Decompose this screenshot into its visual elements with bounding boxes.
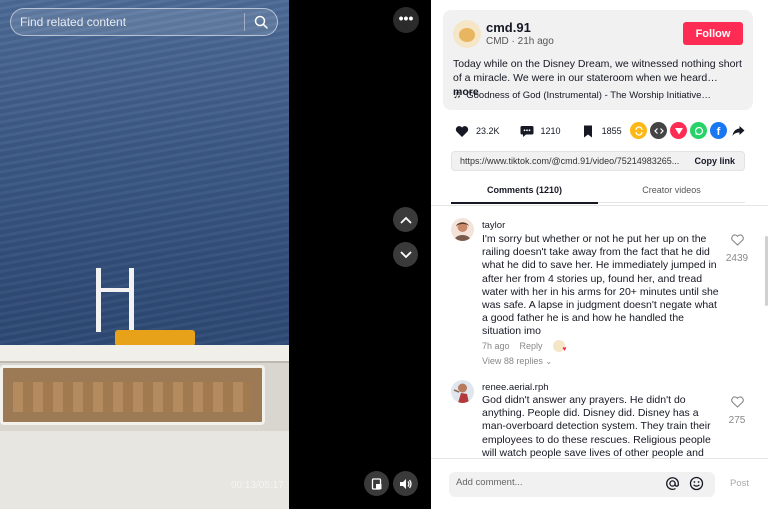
chevron-up-icon (399, 216, 412, 224)
save-count: 1855 (601, 126, 622, 136)
whatsapp-icon[interactable] (690, 122, 707, 139)
heart-outline-icon (730, 234, 744, 246)
video-player[interactable]: 00:13/05:17 (0, 0, 289, 509)
description-text: Today while on the Disney Dream, we witn… (453, 58, 742, 84)
volume-button[interactable] (393, 471, 418, 496)
share-row: f (630, 122, 747, 139)
follow-button[interactable]: Follow (683, 22, 743, 45)
share-arrow-icon[interactable] (730, 122, 747, 139)
comment-meta: 7h ago Reply ♥ (482, 340, 567, 353)
creator-liked-icon: ♥ (552, 340, 567, 353)
comment-composer: Post (431, 458, 768, 509)
view-replies-label: View 88 replies (482, 356, 543, 366)
comment-input[interactable] (456, 477, 656, 488)
speaker-icon (400, 478, 412, 489)
heart-icon (453, 122, 471, 140)
commenter-name[interactable]: taylor (482, 220, 505, 231)
share-link-box: https://www.tiktok.com/@cmd.91/video/752… (451, 151, 745, 171)
ellipsis-icon: ••• (398, 10, 414, 26)
embed-icon[interactable] (650, 122, 667, 139)
send-icon[interactable] (670, 122, 687, 139)
comment-like-button[interactable]: 2439 (725, 233, 749, 264)
comment-count: 1210 (540, 126, 561, 136)
post-comment-button[interactable]: Post (730, 478, 749, 489)
miniplayer-icon (371, 477, 381, 490)
comment-input-box (449, 472, 715, 497)
copy-link-button[interactable]: Copy link (694, 156, 735, 166)
mention-icon[interactable] (665, 476, 680, 496)
search-input[interactable] (11, 15, 244, 29)
commenter-avatar[interactable] (451, 218, 474, 241)
search-bar (10, 8, 278, 36)
reply-button[interactable]: Reply (520, 341, 543, 351)
save-action[interactable]: 1855 (579, 122, 622, 140)
author-name[interactable]: cmd.91 (486, 20, 531, 35)
author-avatar[interactable] (453, 20, 481, 48)
comment-like-button[interactable]: 275 (725, 395, 749, 426)
comment-text: God didn't answer any prayers. He didn't… (482, 394, 711, 458)
chevron-down-icon: ⌄ (545, 357, 553, 366)
comment-like-count: 275 (728, 415, 746, 426)
comment-action[interactable]: 1210 (518, 122, 561, 140)
repost-icon[interactable] (630, 122, 647, 139)
more-options-button[interactable]: ••• (393, 7, 419, 33)
comments-list: taylor I'm sorry but whether or not he p… (431, 205, 768, 458)
commenter-avatar[interactable] (451, 380, 474, 403)
view-replies-link[interactable]: View 88 replies ⌄ (482, 356, 552, 366)
search-icon[interactable] (245, 8, 277, 36)
lower-deck (0, 431, 289, 509)
comment-time: 7h ago (482, 341, 510, 351)
like-action[interactable]: 23.2K (453, 122, 500, 140)
like-count: 23.2K (476, 126, 500, 136)
tender-boat (0, 365, 265, 425)
comment-bubble-icon (518, 122, 536, 140)
details-panel: cmd.91 CMD · 21h ago Follow Today while … (431, 0, 768, 509)
bookmark-icon (579, 122, 597, 140)
lifeboat-davit (96, 268, 134, 332)
post-card: cmd.91 CMD · 21h ago Follow Today while … (443, 10, 753, 110)
engagement-bar: 23.2K 1210 1855 (453, 122, 640, 140)
author-subtitle: CMD · 21h ago (486, 36, 554, 47)
music-link[interactable]: ♫ Goodness of God (Instrumental) - The W… (453, 89, 711, 101)
commenter-name[interactable]: renee.aerial.rph (482, 382, 549, 393)
tab-creator-videos[interactable]: Creator videos (598, 185, 745, 195)
ship-railing (0, 345, 289, 363)
emoji-icon[interactable] (689, 476, 704, 496)
miniplayer-button[interactable] (364, 471, 389, 496)
lifeboat (115, 330, 195, 346)
panel-tabs: Comments (1210) Creator videos (451, 178, 745, 204)
music-title: Goodness of God (Instrumental) - The Wor… (466, 89, 711, 101)
facebook-icon[interactable]: f (710, 122, 727, 139)
chevron-down-icon (399, 250, 412, 258)
music-note-icon: ♫ (453, 89, 462, 101)
next-video-button[interactable] (393, 242, 418, 267)
previous-video-button[interactable] (393, 207, 418, 232)
comment-like-count: 2439 (725, 253, 749, 264)
comment-text: I'm sorry but whether or not he put her … (482, 233, 719, 338)
tab-comments[interactable]: Comments (1210) (451, 185, 598, 204)
video-timestamp: 00:13/05:17 (231, 480, 284, 491)
heart-outline-icon (730, 396, 744, 408)
share-url[interactable]: https://www.tiktok.com/@cmd.91/video/752… (460, 156, 688, 166)
